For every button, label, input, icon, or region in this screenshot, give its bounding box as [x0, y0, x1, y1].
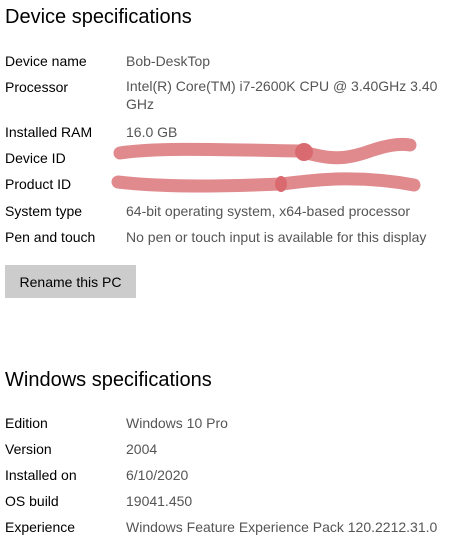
version-label: Version	[5, 441, 52, 457]
processor-value: Intel(R) Core(TM) i7-2600K CPU @ 3.40GHz…	[126, 78, 438, 112]
experience-label: Experience	[5, 519, 76, 535]
installed-on-label: Installed on	[5, 467, 77, 483]
experience-row: Experience Windows Feature Experience Pa…	[5, 517, 475, 543]
device-id-row: Device ID	[5, 148, 475, 174]
version-row: Version 2004	[5, 439, 475, 465]
product-id-row: Product ID	[5, 174, 475, 200]
windows-specifications-heading: Windows specifications	[5, 369, 212, 391]
installed-on-row: Installed on 6/10/2020	[5, 465, 475, 491]
device-specifications-heading: Device specifications	[5, 6, 192, 28]
os-build-label: OS build	[5, 493, 59, 509]
device-id-label: Device ID	[5, 150, 66, 166]
edition-label: Edition	[5, 415, 48, 431]
pen-and-touch-row: Pen and touch No pen or touch input is a…	[5, 227, 475, 253]
experience-value: Windows Feature Experience Pack 120.2212…	[126, 519, 438, 535]
pen-and-touch-label: Pen and touch	[5, 229, 96, 245]
edition-row: Edition Windows 10 Pro	[5, 413, 475, 439]
system-type-value: 64-bit operating system, x64-based proce…	[126, 203, 411, 219]
os-build-row: OS build 19041.450	[5, 491, 475, 517]
installed-ram-label: Installed RAM	[5, 124, 93, 140]
system-type-label: System type	[5, 203, 83, 219]
edition-value: Windows 10 Pro	[126, 415, 228, 431]
version-value: 2004	[126, 441, 158, 457]
device-name-label: Device name	[5, 53, 87, 69]
system-type-row: System type 64-bit operating system, x64…	[5, 201, 475, 227]
os-build-value: 19041.450	[126, 493, 193, 509]
processor-row: Processor Intel(R) Core(TM) i7-2600K CPU…	[5, 77, 475, 117]
product-id-label: Product ID	[5, 176, 72, 192]
processor-label: Processor	[5, 79, 69, 95]
installed-on-value: 6/10/2020	[126, 467, 189, 483]
installed-ram-row: Installed RAM 16.0 GB	[5, 122, 475, 148]
installed-ram-value: 16.0 GB	[126, 124, 178, 140]
pen-and-touch-value: No pen or touch input is available for t…	[126, 229, 427, 245]
rename-this-pc-button[interactable]: Rename this PC	[5, 265, 136, 298]
device-name-row: Device name Bob-DeskTop	[5, 51, 475, 77]
device-name-value: Bob-DeskTop	[126, 53, 211, 69]
